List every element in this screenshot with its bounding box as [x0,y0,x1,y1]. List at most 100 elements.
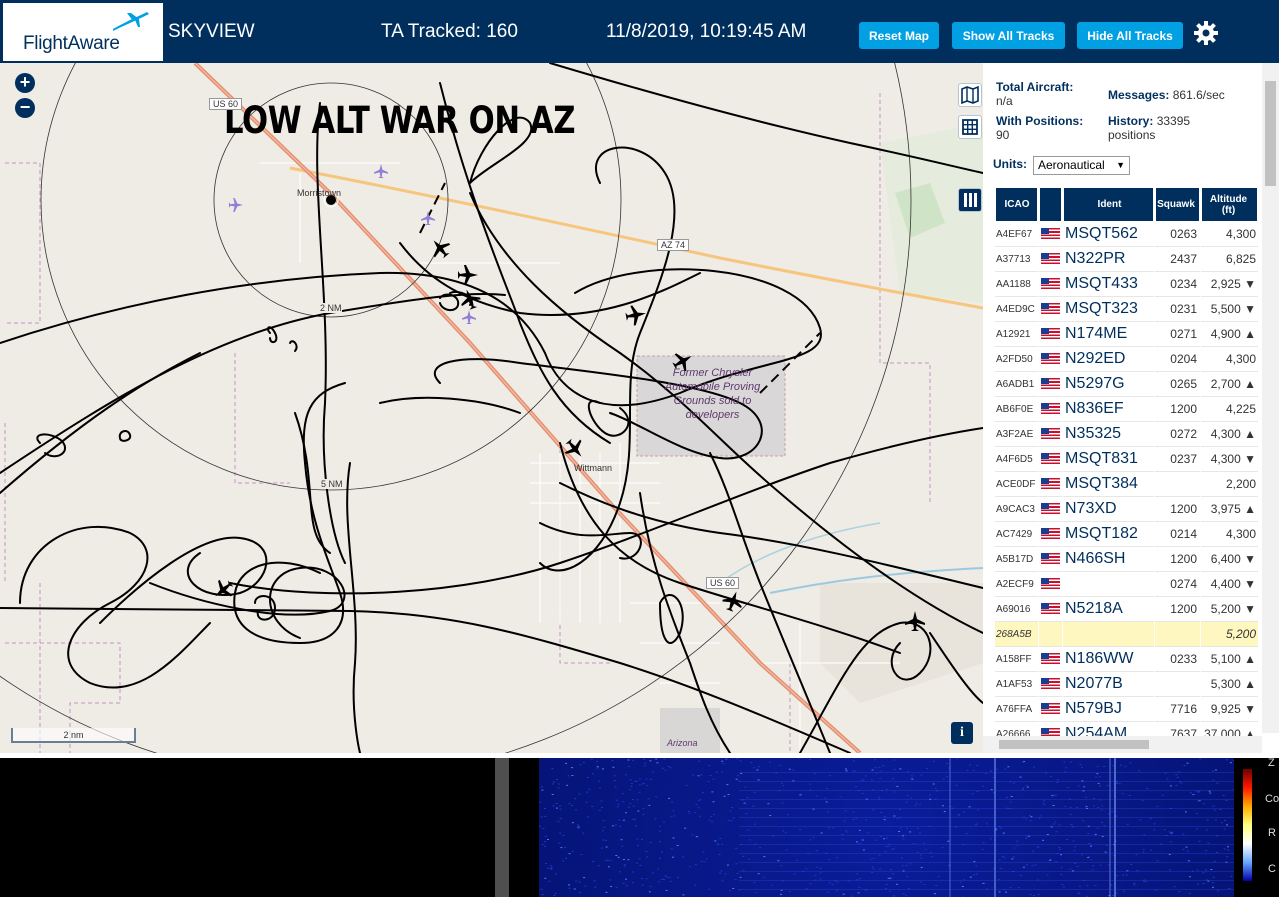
ring-label-2nm: 2 NM [320,303,342,313]
us-flag-icon [1041,378,1060,390]
cell-icao: A3F2AE [995,422,1038,447]
cell-altitude: 4,300 [1201,347,1258,372]
cell-icao: A69016 [995,597,1038,622]
cell-icao: A37713 [995,247,1038,272]
units-select[interactable]: Aeronautical ▼ [1033,156,1130,175]
table-row[interactable]: AA1188 MSQT433 0234 2,925 ▼ [995,272,1258,297]
cell-flag [1039,622,1062,647]
table-row[interactable]: A4EF67 MSQT562 0263 4,300 [995,222,1258,247]
side-label: Z [1268,757,1275,769]
cell-squawk: 1200 [1155,397,1200,422]
col-flag[interactable] [1039,187,1062,222]
cell-flag [1039,397,1062,422]
info-button[interactable]: i [951,722,973,744]
aircraft-table: ICAO Ident Squawk Altitude (ft) A4EF67 MS… [994,187,1259,747]
tracked-count: TA Tracked: 160 [381,21,518,42]
cell-altitude: 5,100 ▲ [1201,647,1258,672]
us-flag-icon [1041,528,1060,540]
cell-flag [1039,272,1062,297]
cell-squawk [1155,472,1200,497]
cell-icao: A4EF67 [995,222,1038,247]
units-value: Aeronautical [1038,158,1105,172]
cell-icao: ACE0DF [995,472,1038,497]
grid-toggle-button[interactable] [958,115,982,139]
us-flag-icon [1041,678,1060,690]
spectrum-waterfall[interactable] [539,758,1234,897]
table-row[interactable]: A3F2AE N35325 0272 4,300 ▲ [995,422,1258,447]
cell-flag [1039,372,1062,397]
scrollbar-thumb[interactable] [999,740,1149,749]
cell-flag [1039,672,1062,697]
logo-text: FlightAware [23,33,120,54]
cell-flag [1039,547,1062,572]
table-row[interactable]: A37713 N322PR 2437 6,825 [995,247,1258,272]
gear-icon[interactable] [1193,20,1219,46]
cell-icao: A4F6D5 [995,447,1038,472]
table-row[interactable]: A2FD50 N292ED 0204 4,300 [995,347,1258,372]
col-altitude[interactable]: Altitude (ft) [1201,187,1258,222]
table-row[interactable]: A4ED9C MSQT323 0231 5,500 ▼ [995,297,1258,322]
scrollbar-thumb[interactable] [1265,81,1276,186]
map-view[interactable]: LOW ALT WAR ON AZ Morristown Wittmann 2 … [0,63,983,753]
table-row[interactable]: A2ECF9 0274 4,400 ▼ [995,572,1258,597]
cell-ident [1063,572,1154,597]
app-name: SKYVIEW [168,21,255,42]
reset-map-button[interactable]: Reset Map [859,22,939,49]
zoom-out-button[interactable]: − [15,98,35,118]
panel-divider[interactable] [495,758,509,897]
table-row[interactable]: ACE0DF MSQT384 2,200 [995,472,1258,497]
cell-altitude: 5,200 [1201,622,1258,647]
cell-ident: N5297G [1063,372,1154,397]
cell-flag [1039,572,1062,597]
sidebar-vertical-scrollbar[interactable] [1262,63,1279,733]
zoom-in-button[interactable]: + [15,73,35,93]
table-row[interactable]: AB6F0E N836EF 1200 4,225 [995,397,1258,422]
show-all-tracks-button[interactable]: Show All Tracks [952,22,1065,49]
map-title: LOW ALT WAR ON AZ [224,99,576,142]
table-row[interactable]: A4F6D5 MSQT831 0237 4,300 ▼ [995,447,1258,472]
cell-ident: MSQT323 [1063,297,1154,322]
map-icon [961,85,979,105]
table-row[interactable]: A76FFA N579BJ 7716 9,925 ▼ [995,697,1258,722]
cell-icao: AA1188 [995,272,1038,297]
col-icao[interactable]: ICAO [995,187,1038,222]
cell-squawk: 0272 [1155,422,1200,447]
table-row[interactable]: A5B17D N466SH 1200 6,400 ▼ [995,547,1258,572]
col-squawk[interactable]: Squawk [1155,187,1200,222]
sidebar-horizontal-scrollbar[interactable] [983,736,1262,753]
cell-squawk: 1200 [1155,547,1200,572]
cell-squawk: 0274 [1155,572,1200,597]
table-row[interactable]: A6ADB1 N5297G 0265 2,700 ▲ [995,372,1258,397]
history-label: History: [1108,114,1154,128]
arizona-label: Arizona [667,738,698,748]
table-row[interactable]: 268A5B 5,200 [995,622,1258,647]
cell-squawk: 1200 [1155,497,1200,522]
cell-ident [1063,622,1154,647]
table-row[interactable]: A9CAC3 N73XD 1200 3,975 ▲ [995,497,1258,522]
cell-squawk: 0271 [1155,322,1200,347]
table-row[interactable]: A12921 N174ME 0271 4,900 ▲ [995,322,1258,347]
table-row[interactable]: A69016 N5218A 1200 5,200 ▼ [995,597,1258,622]
toggle-sidebar-button[interactable] [958,188,982,212]
table-row[interactable]: AC7429 MSQT182 0214 4,300 [995,522,1258,547]
cell-ident: MSQT384 [1063,472,1154,497]
map-layers-button[interactable] [958,83,982,107]
table-row[interactable]: A1AF53 N2077B 5,300 ▲ [995,672,1258,697]
cell-altitude: 4,300 ▼ [1201,447,1258,472]
plane-logo-icon [113,12,149,31]
cell-ident: MSQT562 [1063,222,1154,247]
us-flag-icon [1041,253,1060,265]
table-row[interactable]: A158FF N186WW 0233 5,100 ▲ [995,647,1258,672]
side-label: Co [1265,793,1279,805]
cell-ident: N73XD [1063,497,1154,522]
us-flag-icon [1041,478,1060,490]
col-ident[interactable]: Ident [1063,187,1154,222]
us-flag-icon [1041,303,1060,315]
us-flag-icon [1041,228,1060,240]
cell-squawk: 0231 [1155,297,1200,322]
cell-altitude: 6,825 [1201,247,1258,272]
hide-all-tracks-button[interactable]: Hide All Tracks [1077,22,1183,49]
us-flag-icon [1041,278,1060,290]
total-aircraft-stat: Total Aircraft: n/a [996,80,1096,108]
flightaware-logo[interactable]: FlightAware [3,3,163,61]
